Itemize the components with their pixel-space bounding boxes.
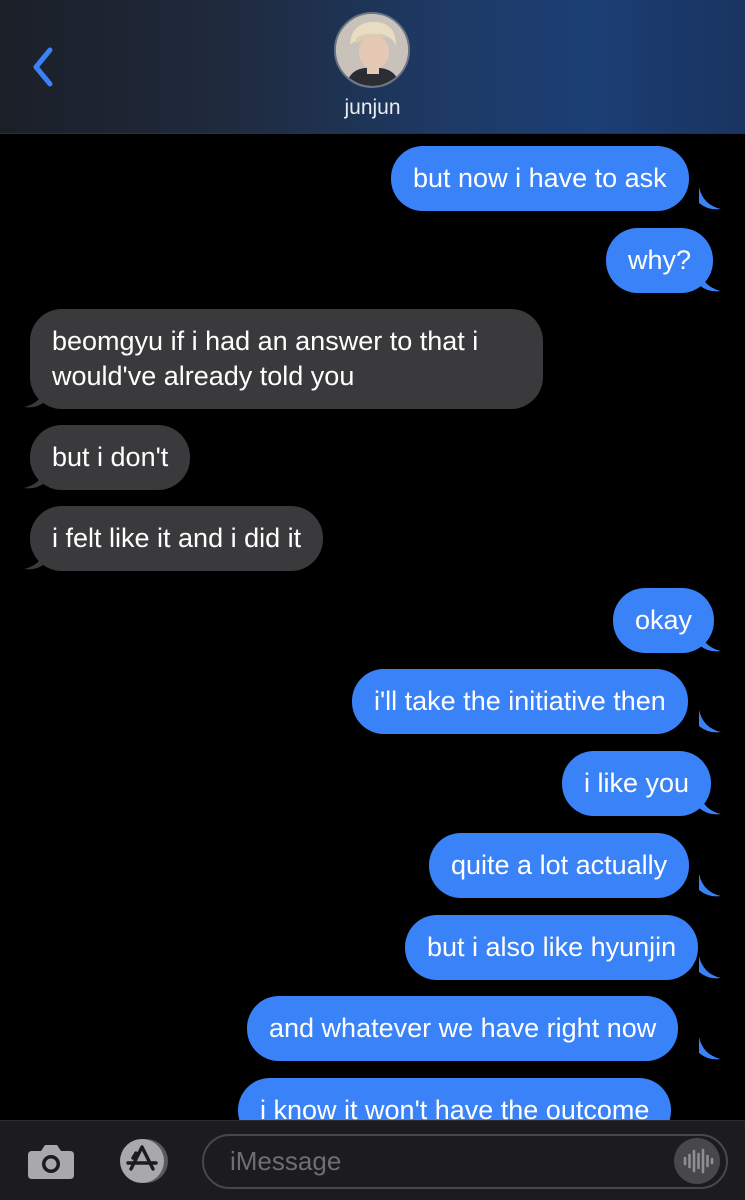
message-thread[interactable]: but now i have to ask why? beomgyu if i …: [0, 134, 745, 1120]
received-message-bubble[interactable]: beomgyu if i had an answer to that i wou…: [30, 309, 543, 409]
sent-message-bubble[interactable]: but now i have to ask: [391, 146, 689, 211]
camera-button[interactable]: [26, 1139, 76, 1183]
app-store-icon: [120, 1139, 168, 1183]
sent-message-bubble[interactable]: quite a lot actually: [429, 833, 690, 898]
bubble-tail: [699, 874, 721, 897]
bubble-tail: [699, 629, 721, 652]
received-message-bubble[interactable]: i felt like it and i did it: [30, 506, 324, 571]
audio-waveform-icon: [683, 1148, 714, 1174]
sent-message-bubble[interactable]: i'll take the initiative then: [352, 669, 688, 734]
contact-avatar[interactable]: [334, 12, 410, 88]
bubble-tail: [699, 269, 721, 292]
bubble-tail: [699, 956, 721, 979]
bubble-tail: [699, 710, 721, 733]
app-store-button[interactable]: [112, 1136, 172, 1186]
message-input[interactable]: [202, 1134, 728, 1189]
sent-message-bubble[interactable]: and whatever we have right now: [247, 996, 679, 1061]
message-composer: [0, 1120, 745, 1200]
sent-message-bubble[interactable]: i like you: [562, 751, 712, 816]
sent-message-bubble[interactable]: why?: [606, 228, 714, 293]
bubble-tail: [699, 792, 721, 815]
bubble-tail: [699, 1037, 721, 1060]
conversation-header: junjun: [0, 0, 745, 134]
sent-message-bubble[interactable]: i know it won't have the outcome: [238, 1078, 672, 1120]
bubble-tail: [699, 187, 721, 210]
contact-name[interactable]: junjun: [0, 96, 745, 120]
audio-message-button[interactable]: [674, 1138, 720, 1184]
bubble-tail: [24, 547, 46, 570]
received-message-bubble[interactable]: but i don't: [30, 425, 191, 490]
bubble-tail: [24, 385, 46, 408]
back-chevron-icon: [33, 47, 53, 87]
bubble-tail: [24, 466, 46, 489]
back-button[interactable]: [24, 42, 64, 92]
sent-message-bubble[interactable]: but i also like hyunjin: [405, 915, 699, 980]
imessage-screen: junjun but now i have to ask why? beomgy…: [0, 0, 745, 1200]
avatar-photo-icon: [336, 14, 408, 86]
camera-icon: [28, 1145, 74, 1179]
